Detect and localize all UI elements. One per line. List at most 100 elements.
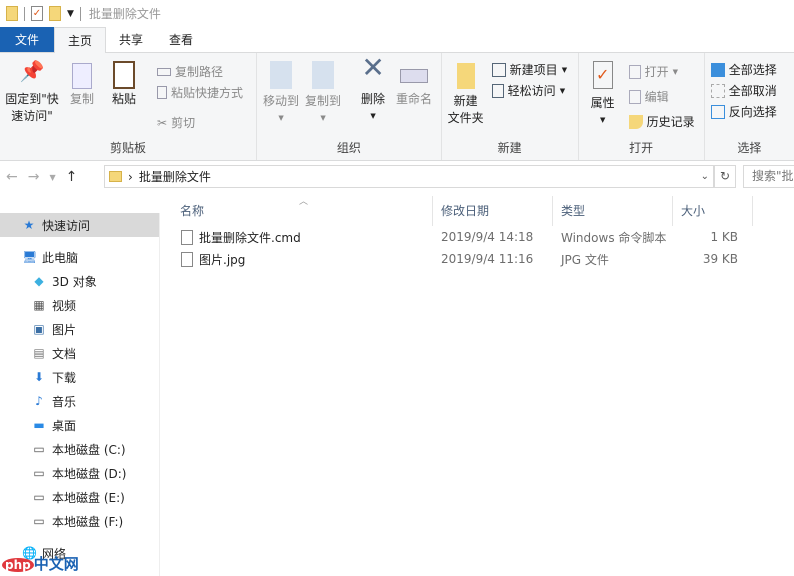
sidebar-item[interactable]: ▤ 文档 [0, 341, 159, 365]
refresh-button[interactable]: ↻ [714, 165, 736, 188]
breadcrumb-item[interactable]: 批量删除文件 [139, 168, 211, 185]
watermark-logo: php 中文网 [2, 553, 79, 574]
rename-button[interactable]: 重命名 [393, 61, 435, 108]
pin-quick-access-button[interactable]: 📌 固定到"快 速访问" [4, 59, 60, 125]
column-header-type[interactable]: 类型 [553, 196, 673, 226]
move-icon [270, 61, 293, 89]
desktop-icon: ▬ [33, 418, 45, 432]
tab-file[interactable]: 文件 [0, 27, 54, 52]
select-none-icon [710, 83, 725, 98]
sidebar-item[interactable]: ⬇ 下载 [0, 365, 159, 389]
column-header-date[interactable]: 修改日期 [433, 196, 553, 226]
address-bar-row: ← → ▼ ↑ › 批量删除文件 ⌄ ↻ 搜索"批 [0, 161, 794, 193]
copy-path-icon [157, 67, 171, 76]
tab-share[interactable]: 共享 [106, 27, 156, 52]
group-label: 剪贴板 [110, 141, 147, 155]
ribbon: 📌 固定到"快 速访问" 复制 粘贴 ✂ 剪切 复制路径 粘贴快捷方式 剪贴板 移… [0, 53, 794, 161]
organize-group: 移动到 ▼ 复制到 ▼ ✕ 删除 ▼ 重命名 组织 [257, 53, 442, 160]
file-row[interactable]: 图片.jpg 2019/9/4 11:16 JPG 文件 39 KB [161, 248, 794, 270]
customize-toolbar-icon[interactable]: ▼ [67, 9, 74, 19]
folder-icon [109, 171, 122, 182]
drive-icon: ▭ [33, 490, 45, 504]
new-folder-button[interactable]: 新建 文件夹 [446, 61, 486, 127]
file-icon [181, 229, 193, 245]
sidebar-item-label: 本地磁盘 (E:) [52, 490, 125, 505]
drive-icon: ▭ [33, 514, 45, 528]
sidebar-item-label: 视频 [52, 298, 77, 313]
computer-icon: 🖥 [22, 250, 38, 264]
address-input[interactable]: › 批量删除文件 ⌄ [104, 165, 714, 188]
new-item-button[interactable]: 新建项目 ▼ [491, 61, 567, 78]
easy-access-button[interactable]: 轻松访问 ▼ [491, 82, 565, 99]
copy-path-button[interactable]: 复制路径 [157, 63, 223, 80]
sidebar-item[interactable]: 🖥 此电脑 [0, 245, 159, 269]
sidebar-item[interactable]: ★ 快速访问 [0, 213, 159, 237]
sidebar-item-label: 本地磁盘 (C:) [52, 442, 126, 457]
sidebar-item[interactable]: ▭ 本地磁盘 (E:) [0, 485, 159, 509]
paste-shortcut-button[interactable]: 粘贴快捷方式 [157, 84, 243, 101]
delete-button[interactable]: ✕ 删除 ▼ [355, 54, 391, 125]
column-header-size[interactable]: 大小 [673, 196, 753, 226]
sidebar-item-label: 桌面 [52, 418, 77, 433]
file-date: 2019/9/4 14:18 [441, 230, 534, 244]
navigation-pane[interactable]: ★ 快速访问 🖥 此电脑 ◆ 3D 对象 ▦ 视频 ▣ 图片 ▤ 文档 ⬇ 下载 ♪ 音乐 ▬ 桌面 ▭ 本地磁盘 (… [0, 213, 160, 576]
sidebar-item[interactable]: ▭ 本地磁盘 (F:) [0, 509, 159, 533]
folder-icon [6, 6, 18, 21]
file-row[interactable]: 批量删除文件.cmd 2019/9/4 14:18 Windows 命令脚本 1 KB [161, 226, 794, 248]
recent-dropdown-icon[interactable]: ▼ [49, 173, 55, 182]
sidebar-item-label: 本地磁盘 (D:) [52, 466, 127, 481]
music-icon: ♪ [35, 394, 43, 408]
new-folder-quick-icon[interactable] [49, 6, 61, 21]
rename-icon [400, 69, 429, 83]
group-label: 新建 [497, 141, 522, 155]
divider [79, 6, 81, 21]
properties-quick-icon[interactable]: ✓ [31, 6, 43, 21]
sidebar-item[interactable]: ▦ 视频 [0, 293, 159, 317]
clipboard-icon [113, 61, 135, 89]
tab-home[interactable]: 主页 [54, 27, 107, 54]
pin-icon: 📌 [19, 59, 45, 83]
copy-button[interactable]: 复制 [66, 63, 98, 108]
forward-arrow-icon[interactable]: → [28, 169, 40, 185]
file-date: 2019/9/4 11:16 [441, 252, 534, 266]
edit-button[interactable]: 编辑 [628, 88, 669, 105]
sort-arrow-icon: ︿ [299, 197, 309, 207]
cut-button[interactable]: ✂ 剪切 [157, 114, 195, 131]
sidebar-item[interactable]: ▭ 本地磁盘 (D:) [0, 461, 159, 485]
download-icon: ⬇ [33, 370, 45, 384]
breadcrumb-chevron-icon: › [128, 169, 133, 184]
copy-to-button[interactable]: 复制到 ▼ [303, 61, 343, 127]
sidebar-item[interactable]: ▣ 图片 [0, 317, 159, 341]
edit-icon [628, 89, 641, 104]
paste-button[interactable]: 粘贴 [106, 61, 142, 108]
group-label: 选择 [737, 141, 762, 155]
address-dropdown-icon[interactable]: ⌄ [701, 171, 709, 182]
sidebar-item[interactable]: ▭ 本地磁盘 (C:) [0, 437, 159, 461]
properties-button[interactable]: ✓ 属性 ▼ [585, 61, 621, 129]
search-input[interactable]: 搜索"批 [743, 165, 794, 188]
file-name: 图片.jpg [199, 252, 246, 267]
history-button[interactable]: 历史记录 [628, 113, 695, 130]
window-title: 批量删除文件 [88, 7, 161, 21]
sidebar-item[interactable]: ♪ 音乐 [0, 389, 159, 413]
select-none-button[interactable]: 全部取消 [710, 82, 777, 99]
tab-view[interactable]: 查看 [156, 27, 206, 52]
file-type: JPG 文件 [561, 252, 609, 267]
column-header-name[interactable]: 名称 [161, 196, 433, 226]
back-arrow-icon[interactable]: ← [6, 169, 18, 185]
sidebar-item-label: 快速访问 [42, 218, 91, 233]
cube-icon: ◆ [34, 274, 44, 288]
select-all-button[interactable]: 全部选择 [710, 61, 777, 78]
folder-icon [456, 63, 475, 89]
sidebar-item[interactable]: ▬ 桌面 [0, 413, 159, 437]
file-type: Windows 命令脚本 [561, 230, 667, 245]
up-arrow-icon[interactable]: ↑ [66, 169, 78, 185]
open-button[interactable]: 打开 ▼ [628, 63, 678, 80]
move-to-button[interactable]: 移动到 ▼ [261, 61, 301, 127]
invert-selection-button[interactable]: 反向选择 [710, 103, 777, 120]
sidebar-item-label: 图片 [52, 322, 77, 337]
sidebar-item-label: 文档 [52, 346, 77, 361]
properties-check-icon: ✓ [592, 61, 613, 89]
easy-access-icon [491, 83, 504, 98]
sidebar-item[interactable]: ◆ 3D 对象 [0, 269, 159, 293]
